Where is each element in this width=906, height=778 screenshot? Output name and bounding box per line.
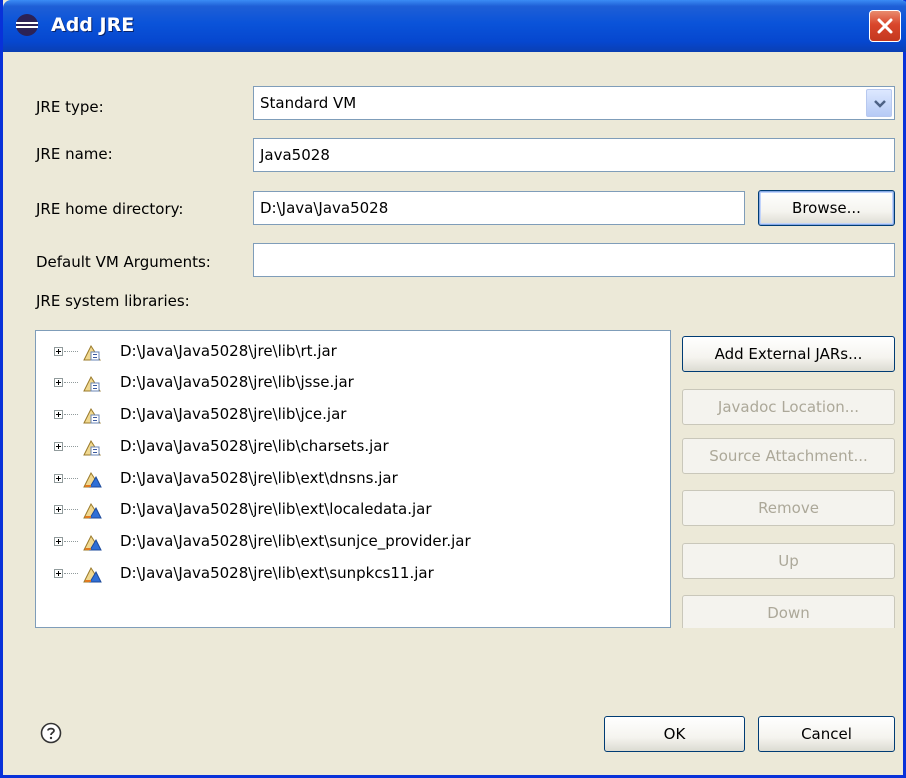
vm-args-label: Default VM Arguments: [36, 253, 211, 271]
expand-icon[interactable] [54, 378, 63, 387]
library-item[interactable]: D:\Java\Java5028\jre\lib\rt.jar [36, 337, 666, 367]
ext-jar-icon [83, 566, 102, 583]
library-item[interactable]: D:\Java\Java5028\jre\lib\ext\dnsns.jar [36, 464, 666, 494]
add-external-jars-button[interactable]: Add External JARs... [682, 336, 895, 372]
jre-name-label: JRE name: [36, 145, 113, 163]
library-path: D:\Java\Java5028\jre\lib\ext\sunpkcs11.j… [120, 564, 434, 582]
javadoc-location-button[interactable]: Javadoc Location... [682, 389, 895, 425]
expand-icon[interactable] [54, 569, 63, 578]
library-path: D:\Java\Java5028\jre\lib\jsse.jar [120, 373, 354, 391]
vm-args-input[interactable] [253, 243, 895, 277]
expand-icon[interactable] [54, 537, 63, 546]
up-button[interactable]: Up [682, 543, 895, 579]
title-bar[interactable]: Add JRE [3, 0, 906, 52]
help-icon[interactable] [40, 722, 62, 744]
library-path: D:\Java\Java5028\jre\lib\ext\sunjce_prov… [120, 532, 471, 550]
library-item[interactable]: D:\Java\Java5028\jre\lib\ext\sunpkcs11.j… [36, 559, 666, 589]
jre-home-label: JRE home directory: [36, 200, 184, 218]
jre-home-input[interactable]: D:\Java\Java5028 [253, 191, 745, 225]
libraries-tree[interactable]: D:\Java\Java5028\jre\lib\rt.jar D:\Java\… [35, 330, 671, 628]
ok-button[interactable]: OK [604, 716, 745, 752]
ext-jar-icon [83, 534, 102, 551]
expand-icon[interactable] [54, 474, 63, 483]
remove-button[interactable]: Remove [682, 490, 895, 526]
source-attachment-button[interactable]: Source Attachment... [682, 438, 895, 474]
jar-icon [83, 407, 101, 424]
chevron-down-icon [874, 100, 886, 108]
jar-icon [83, 375, 101, 392]
library-item[interactable]: D:\Java\Java5028\jre\lib\jsse.jar [36, 368, 666, 398]
library-item[interactable]: D:\Java\Java5028\jre\lib\ext\localedata.… [36, 495, 666, 525]
library-path: D:\Java\Java5028\jre\lib\charsets.jar [120, 437, 389, 455]
jre-name-input[interactable]: Java5028 [253, 138, 895, 172]
down-button[interactable]: Down [682, 595, 895, 628]
jar-icon [83, 344, 101, 361]
jar-icon [83, 439, 101, 456]
library-item[interactable]: D:\Java\Java5028\jre\lib\jce.jar [36, 400, 666, 430]
library-path: D:\Java\Java5028\jre\lib\jce.jar [120, 405, 347, 423]
library-path: D:\Java\Java5028\jre\lib\ext\localedata.… [120, 500, 432, 518]
window-title: Add JRE [51, 14, 135, 36]
eclipse-icon [16, 14, 38, 36]
ext-jar-icon [83, 502, 102, 519]
jre-type-select[interactable]: Standard VM [253, 86, 895, 120]
library-path: D:\Java\Java5028\jre\lib\rt.jar [120, 342, 337, 360]
library-item[interactable]: D:\Java\Java5028\jre\lib\ext\sunjce_prov… [36, 527, 666, 557]
expand-icon[interactable] [54, 442, 63, 451]
library-item[interactable]: D:\Java\Java5028\jre\lib\charsets.jar [36, 432, 666, 462]
jre-type-value: Standard VM [260, 94, 357, 112]
libraries-label: JRE system libraries: [36, 292, 190, 310]
expand-icon[interactable] [54, 505, 63, 514]
jre-type-label: JRE type: [36, 98, 104, 116]
close-icon [877, 18, 893, 34]
dropdown-button[interactable] [866, 89, 892, 117]
browse-button[interactable]: Browse... [758, 190, 895, 226]
close-button[interactable] [869, 10, 901, 42]
library-path: D:\Java\Java5028\jre\lib\ext\dnsns.jar [120, 469, 398, 487]
expand-icon[interactable] [54, 347, 63, 356]
add-jre-dialog: Add JRE JRE type: Standard VM JRE name: … [0, 0, 906, 778]
expand-icon[interactable] [54, 410, 63, 419]
cancel-button[interactable]: Cancel [758, 716, 895, 752]
ext-jar-icon [83, 471, 102, 488]
